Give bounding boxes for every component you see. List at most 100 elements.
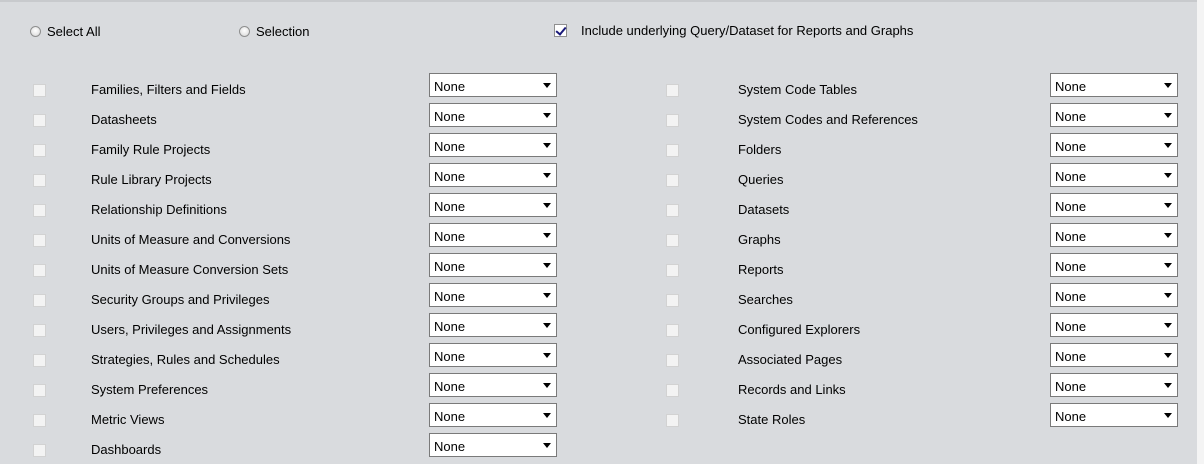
item-checkbox[interactable] [666, 84, 679, 97]
dropdown-value: None [434, 409, 466, 424]
item-label: Datasets [738, 202, 790, 217]
dropdown-value: None [434, 139, 466, 154]
include-query-option[interactable]: Include underlying Query/Dataset for Rep… [554, 23, 913, 38]
export-option-dropdown[interactable]: None [429, 223, 557, 247]
chevron-down-icon [1164, 413, 1172, 418]
export-option-dropdown[interactable]: None [429, 253, 557, 277]
item-label: Family Rule Projects [91, 142, 211, 157]
selection-option[interactable]: Selection [239, 24, 309, 39]
selection-radio[interactable] [239, 26, 250, 37]
chevron-down-icon [1164, 83, 1172, 88]
item-checkbox[interactable] [33, 114, 46, 127]
chevron-down-icon [543, 143, 551, 148]
item-checkbox[interactable] [33, 84, 46, 97]
dropdown-value: None [434, 259, 466, 274]
item-checkbox[interactable] [666, 204, 679, 217]
dropdown-value: None [434, 439, 466, 454]
list-item: Associated Pages None [666, 343, 1180, 372]
dropdown-value: None [1055, 169, 1087, 184]
chevron-down-icon [543, 443, 551, 448]
item-checkbox[interactable] [33, 144, 46, 157]
item-label: System Codes and References [738, 112, 918, 127]
chevron-down-icon [1164, 383, 1172, 388]
chevron-down-icon [1164, 353, 1172, 358]
item-checkbox[interactable] [33, 204, 46, 217]
list-item: Rule Library Projects None [33, 163, 559, 192]
chevron-down-icon [543, 83, 551, 88]
item-checkbox[interactable] [666, 114, 679, 127]
export-option-dropdown[interactable]: None [1050, 163, 1178, 187]
chevron-down-icon [1164, 173, 1172, 178]
item-label: Graphs [738, 232, 781, 247]
dropdown-value: None [1055, 139, 1087, 154]
item-label: Queries [738, 172, 784, 187]
item-checkbox[interactable] [666, 354, 679, 367]
list-item: Dashboards None [33, 433, 559, 462]
export-option-dropdown[interactable]: None [429, 163, 557, 187]
chevron-down-icon [1164, 143, 1172, 148]
window-edge [1197, 0, 1204, 464]
item-checkbox[interactable] [666, 384, 679, 397]
export-option-dropdown[interactable]: None [429, 103, 557, 127]
export-option-dropdown[interactable]: None [429, 433, 557, 457]
dropdown-value: None [434, 229, 466, 244]
item-checkbox[interactable] [33, 294, 46, 307]
item-checkbox[interactable] [666, 414, 679, 427]
export-option-dropdown[interactable]: None [429, 343, 557, 367]
export-option-dropdown[interactable]: None [429, 193, 557, 217]
list-item: Reports None [666, 253, 1180, 282]
list-item: Datasheets None [33, 103, 559, 132]
chevron-down-icon [1164, 323, 1172, 328]
item-label: Folders [738, 142, 782, 157]
export-option-dropdown[interactable]: None [1050, 313, 1178, 337]
dropdown-value: None [1055, 79, 1087, 94]
item-checkbox[interactable] [33, 234, 46, 247]
export-option-dropdown[interactable]: None [1050, 403, 1178, 427]
item-checkbox[interactable] [666, 324, 679, 337]
export-option-dropdown[interactable]: None [1050, 253, 1178, 277]
export-option-dropdown[interactable]: None [1050, 193, 1178, 217]
chevron-down-icon [543, 233, 551, 238]
item-checkbox[interactable] [33, 264, 46, 277]
item-checkbox[interactable] [33, 174, 46, 187]
chevron-down-icon [543, 413, 551, 418]
export-option-dropdown[interactable]: None [1050, 283, 1178, 307]
export-option-dropdown[interactable]: None [429, 403, 557, 427]
item-label: Relationship Definitions [91, 202, 227, 217]
export-option-dropdown[interactable]: None [429, 133, 557, 157]
select-all-radio[interactable] [30, 26, 41, 37]
item-checkbox[interactable] [666, 294, 679, 307]
export-option-dropdown[interactable]: None [429, 73, 557, 97]
dropdown-value: None [1055, 319, 1087, 334]
export-option-dropdown[interactable]: None [1050, 223, 1178, 247]
item-label: Configured Explorers [738, 322, 861, 337]
item-checkbox[interactable] [33, 444, 46, 457]
export-option-dropdown[interactable]: None [1050, 343, 1178, 367]
export-option-dropdown[interactable]: None [429, 373, 557, 397]
item-checkbox[interactable] [33, 384, 46, 397]
select-all-option[interactable]: Select All [30, 24, 100, 39]
export-option-dropdown[interactable]: None [1050, 373, 1178, 397]
item-checkbox[interactable] [33, 414, 46, 427]
item-checkbox[interactable] [33, 324, 46, 337]
item-checkbox[interactable] [666, 174, 679, 187]
dropdown-value: None [434, 319, 466, 334]
export-option-dropdown[interactable]: None [1050, 133, 1178, 157]
export-option-dropdown[interactable]: None [1050, 73, 1178, 97]
export-option-dropdown[interactable]: None [429, 283, 557, 307]
list-item: Relationship Definitions None [33, 193, 559, 222]
item-checkbox[interactable] [666, 264, 679, 277]
top-border [0, 0, 1197, 2]
export-option-dropdown[interactable]: None [429, 313, 557, 337]
item-checkbox[interactable] [666, 234, 679, 247]
item-label: Associated Pages [738, 352, 843, 367]
item-checkbox[interactable] [666, 144, 679, 157]
list-item: Records and Links None [666, 373, 1180, 402]
export-option-dropdown[interactable]: None [1050, 103, 1178, 127]
include-query-checkbox[interactable] [554, 24, 567, 37]
item-checkbox[interactable] [33, 354, 46, 367]
list-item: Families, Filters and Fields None [33, 73, 559, 102]
list-item: System Preferences None [33, 373, 559, 402]
list-item: State Roles None [666, 403, 1180, 432]
dropdown-value: None [1055, 229, 1087, 244]
